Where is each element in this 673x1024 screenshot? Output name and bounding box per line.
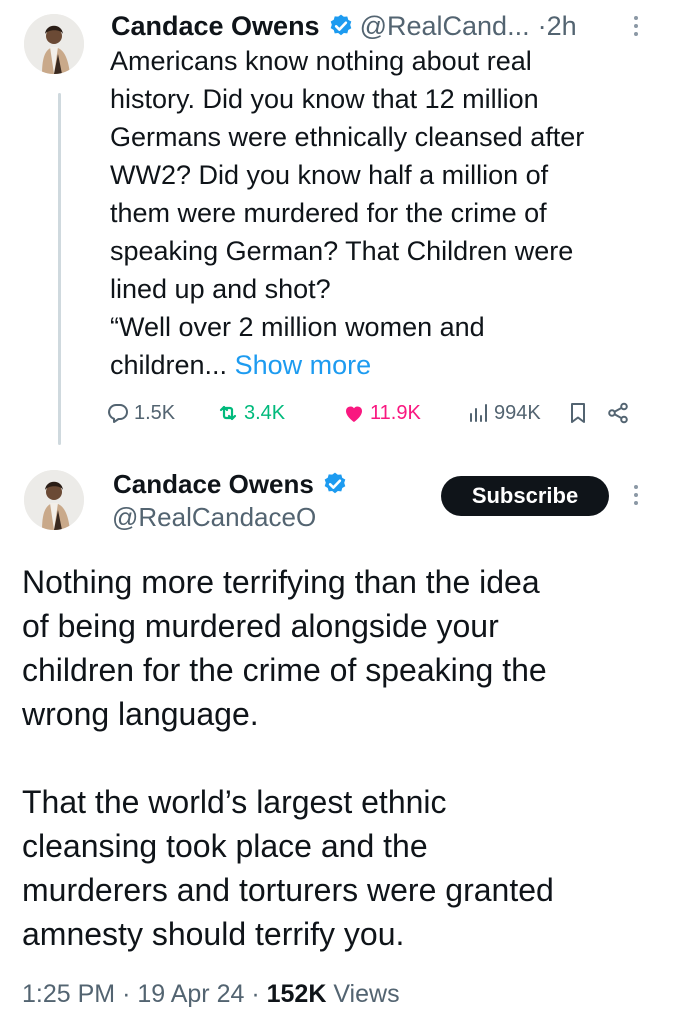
author-avatar[interactable]: [24, 470, 84, 530]
thread-tweet-text: Americans know nothing about real histor…: [110, 42, 660, 384]
separator-dot: ·: [122, 980, 131, 1008]
views-count: 994K: [494, 401, 541, 424]
tweet-text-line: history. Did you know that 12 million: [110, 84, 539, 114]
subscribe-button[interactable]: Subscribe: [441, 476, 609, 516]
truncated-text: children...: [110, 350, 228, 380]
tweet-text-line: cleansing took place and the: [22, 828, 428, 864]
reply-button[interactable]: 1.5K: [106, 398, 175, 428]
tweet-text-line: children for the crime of speaking the: [22, 652, 547, 688]
tweet-text-line: “Well over 2 million women and: [110, 312, 485, 342]
repost-icon: [219, 405, 237, 421]
author-name[interactable]: Candace Owens: [113, 469, 314, 500]
more-options-icon[interactable]: [631, 16, 641, 36]
main-tweet-text: Nothing more terrifying than the idea of…: [22, 560, 662, 956]
separator-dot: ·: [251, 980, 260, 1008]
author-handle[interactable]: @RealCand...: [360, 11, 530, 42]
tweet-date[interactable]: 19 Apr 24: [137, 980, 244, 1008]
verified-icon: [322, 471, 348, 497]
tweet-text-line: them were murdered for the crime of: [110, 198, 547, 228]
repost-button[interactable]: 3.4K: [216, 398, 285, 428]
like-button[interactable]: 11.9K: [342, 398, 421, 428]
tweet-text-line: Americans know nothing about real: [110, 46, 532, 76]
tweet-text-line: murderers and torturers were granted: [22, 872, 554, 908]
share-button[interactable]: [606, 398, 634, 428]
tweet-text-line: speaking German? That Children were: [110, 236, 574, 266]
reply-count: 1.5K: [134, 401, 176, 424]
views-icon: [470, 404, 487, 422]
tweet-text-line: wrong language.: [22, 696, 259, 732]
avatar-photo-icon: [24, 470, 84, 530]
main-author-name-row: Candace Owens: [113, 466, 354, 502]
author-handle[interactable]: @RealCandaceO: [112, 502, 316, 533]
author-avatar[interactable]: [24, 14, 84, 74]
reply-icon: [108, 404, 128, 423]
tweet-text-line: Germans were ethnically cleansed after: [110, 122, 585, 152]
tweet-text-last-line: children... Show more: [110, 346, 660, 384]
thread-tweet-header: Candace Owens @RealCand... · 2h: [111, 6, 577, 46]
avatar-photo-icon: [24, 14, 84, 74]
views-label: Views: [333, 980, 400, 1008]
repost-count: 3.4K: [244, 401, 286, 424]
tweet-actions-bar: 1.5K 3.4K 11.9K 994K: [106, 398, 646, 428]
separator-dot: ·: [537, 10, 547, 41]
tweet-text-line: WW2? Did you know half a million of: [110, 160, 549, 190]
author-name[interactable]: Candace Owens: [111, 11, 320, 42]
tweet-meta: 1:25 PM · 19 Apr 24 · 152K Views: [22, 980, 400, 1009]
tweet-text-line: That the world’s largest ethnic: [22, 784, 447, 820]
view-count: 152K: [266, 980, 327, 1008]
tweet-time[interactable]: 2h: [547, 11, 577, 42]
tweet-text-line: of being murdered alongside your: [22, 608, 499, 644]
bookmark-button[interactable]: [566, 398, 594, 428]
show-more-link[interactable]: Show more: [235, 350, 372, 380]
tweet-text-line: amnesty should terrify you.: [22, 916, 405, 952]
views-button[interactable]: 994K: [466, 398, 541, 428]
thread-connector-line: [58, 93, 61, 445]
share-icon: [608, 402, 628, 424]
tweet-text-line: lined up and shot?: [110, 274, 331, 304]
tweet-time[interactable]: 1:25 PM: [22, 980, 115, 1008]
tweet-text-line: Nothing more terrifying than the idea: [22, 564, 540, 600]
verified-icon: [328, 13, 354, 39]
more-options-icon[interactable]: [631, 485, 641, 505]
like-count: 11.9K: [370, 401, 421, 424]
bookmark-icon: [571, 403, 585, 423]
like-icon: [346, 406, 362, 422]
